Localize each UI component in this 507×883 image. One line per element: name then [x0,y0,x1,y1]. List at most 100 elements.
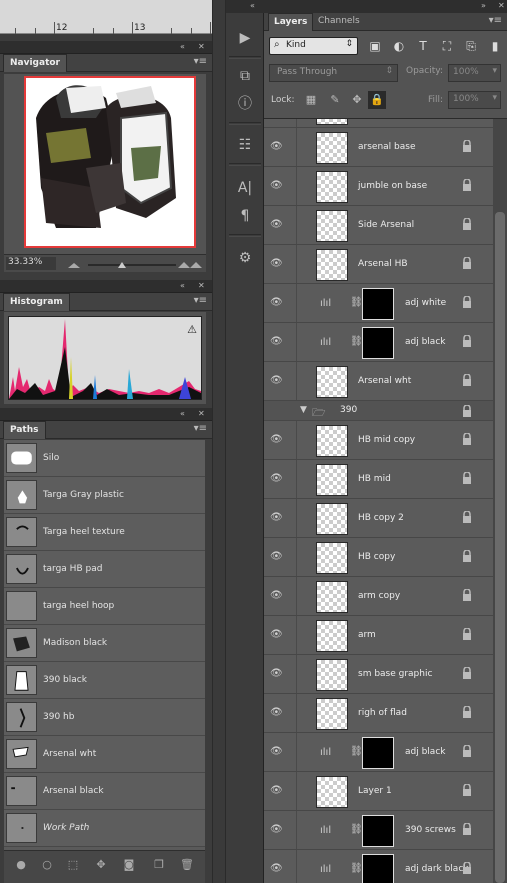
lock-image-icon[interactable]: ✎ [326,91,344,109]
path-row[interactable]: Arsenal wht [4,736,205,773]
layer-row[interactable]: 👁 arm copy [264,577,493,616]
collapse-icon[interactable]: « [180,42,185,51]
eye-icon[interactable]: 👁 [270,336,283,347]
layer-group-row[interactable]: ▼ 🗁 390 [264,401,493,421]
make-work-path-icon[interactable]: ✥ [94,858,108,872]
collapse-icon[interactable]: » [481,1,486,10]
panel-menu-icon[interactable]: ▾≡ [194,56,207,67]
collapse-icon[interactable]: « [180,281,185,290]
eye-icon[interactable]: 👁 [270,375,283,386]
layer-thumbnail[interactable] [316,659,348,691]
layer-thumbnail[interactable] [316,542,348,574]
layer-row[interactable]: 👁 Side Arsenal [264,206,493,245]
layer-row[interactable]: 👁 ılıl ⛓ adj black [264,323,493,362]
filter-shape-icon[interactable]: ⛶ [438,37,456,55]
filter-type-icon[interactable]: T [414,37,432,55]
link-icon[interactable]: ⛓ [350,824,363,835]
info-icon[interactable]: ⓘ [230,92,260,116]
zoom-slider[interactable] [66,260,206,270]
opacity-field[interactable]: 100% ▾ [448,64,501,82]
close-icon[interactable]: ✕ [198,42,205,51]
eye-icon[interactable]: 👁 [270,629,283,640]
link-icon[interactable]: ⛓ [350,297,363,308]
layer-row[interactable]: 👁 sm base graphic [264,655,493,694]
link-icon[interactable]: ⛓ [350,746,363,757]
eye-icon[interactable]: 👁 [270,824,283,835]
layer-row[interactable]: 👁 Arsenal HB [264,245,493,284]
collapse-icon[interactable]: « [250,1,255,10]
layer-mask-thumbnail[interactable] [362,288,394,320]
eye-icon[interactable]: 👁 [270,512,283,523]
layer-row[interactable]: 👁 ılıl ⛓ adj black [264,733,493,772]
lock-all-icon[interactable]: 🔒 [368,91,386,109]
path-row[interactable]: Targa heel texture [4,514,205,551]
filter-kind-select[interactable]: ⌕ Kind ⇕ [269,37,358,55]
lock-position-icon[interactable]: ✥ [348,91,366,109]
fill-path-icon[interactable]: ● [14,858,28,872]
layer-thumbnail[interactable] [316,698,348,730]
eye-icon[interactable]: 👁 [270,551,283,562]
path-row[interactable]: Work Path [4,810,205,847]
layer-thumbnail[interactable] [316,366,348,398]
layer-row[interactable]: 👁 HB copy 2 [264,499,493,538]
eye-icon[interactable]: 👁 [270,141,283,152]
path-row[interactable]: targa HB pad [4,551,205,588]
layer-thumbnail[interactable] [316,210,348,242]
eye-icon[interactable]: 👁 [270,297,283,308]
close-icon[interactable]: ✕ [498,1,505,10]
close-icon[interactable]: ✕ [198,409,205,418]
layer-row[interactable]: 👁 Layer 1 [264,772,493,811]
layer-row[interactable]: 👁 ılıl ⛓ adj dark black [264,850,493,883]
new-path-icon[interactable]: ❐ [152,858,166,872]
eye-icon[interactable]: 👁 [270,180,283,191]
path-row[interactable]: Silo [4,440,205,477]
collapse-icon[interactable]: « [180,409,185,418]
path-row[interactable]: 390 black [4,662,205,699]
layer-thumbnail[interactable] [316,171,348,203]
filter-adjustment-icon[interactable]: ◐ [390,37,408,55]
3d-icon[interactable]: ⧉ [230,64,260,88]
layer-comps-icon[interactable]: ☷ [230,133,260,157]
scrollbar-thumb[interactable] [495,212,505,883]
layers-scrollbar[interactable] [493,119,507,883]
close-icon[interactable]: ✕ [198,281,205,290]
layer-thumbnail[interactable] [316,464,348,496]
path-row[interactable]: 390 hb [4,699,205,736]
filter-smart-object-icon[interactable]: ⎘ [462,37,480,55]
filter-toggle-icon[interactable]: ▮ [486,37,504,55]
paragraph-icon[interactable]: ¶ [230,204,260,228]
layer-row[interactable]: 👁 Arsenal wht [264,362,493,401]
clone-source-icon[interactable]: ⚙ [230,246,260,270]
panel-menu-icon[interactable]: ▾≡ [489,15,502,26]
eye-icon[interactable]: 👁 [270,258,283,269]
eye-icon[interactable]: 👁 [270,668,283,679]
path-row[interactable]: Arsenal black [4,773,205,810]
layer-mask-thumbnail[interactable] [362,327,394,359]
eye-icon[interactable]: 👁 [270,707,283,718]
layer-mask-thumbnail[interactable] [362,815,394,847]
zoom-level-field[interactable]: 33.33% [6,257,56,270]
fill-field[interactable]: 100% ▾ [448,91,501,109]
layer-row[interactable]: 👁 ılıl ⛓ 390 screws [264,811,493,850]
layer-thumbnail[interactable] [316,425,348,457]
layer-row[interactable]: 👁 righ of flad [264,694,493,733]
warning-icon[interactable]: ⚠ [187,323,197,336]
layer-thumbnail[interactable] [316,620,348,652]
layer-mask-thumbnail[interactable] [362,737,394,769]
layer-thumbnail[interactable] [316,581,348,613]
eye-icon[interactable]: 👁 [270,219,283,230]
panel-menu-icon[interactable]: ▾≡ [194,423,207,434]
stroke-path-icon[interactable]: ○ [40,858,54,872]
tab-histogram[interactable]: Histogram [3,293,70,311]
eye-icon[interactable]: 👁 [270,473,283,484]
layer-thumbnail[interactable] [316,503,348,535]
lock-transparent-icon[interactable]: ▦ [302,91,320,109]
layer-row[interactable]: 👁 HB mid [264,460,493,499]
expand-triangle-icon[interactable]: ▼ [300,405,307,415]
layer-row[interactable]: 👁 ılıl ⛓ adj white [264,284,493,323]
panel-divider[interactable] [212,0,226,883]
play-action-icon[interactable]: ▶ [230,26,260,50]
load-selection-icon[interactable]: ⬚ [66,858,80,872]
character-icon[interactable]: A| [230,176,260,200]
eye-icon[interactable]: 👁 [270,863,283,874]
